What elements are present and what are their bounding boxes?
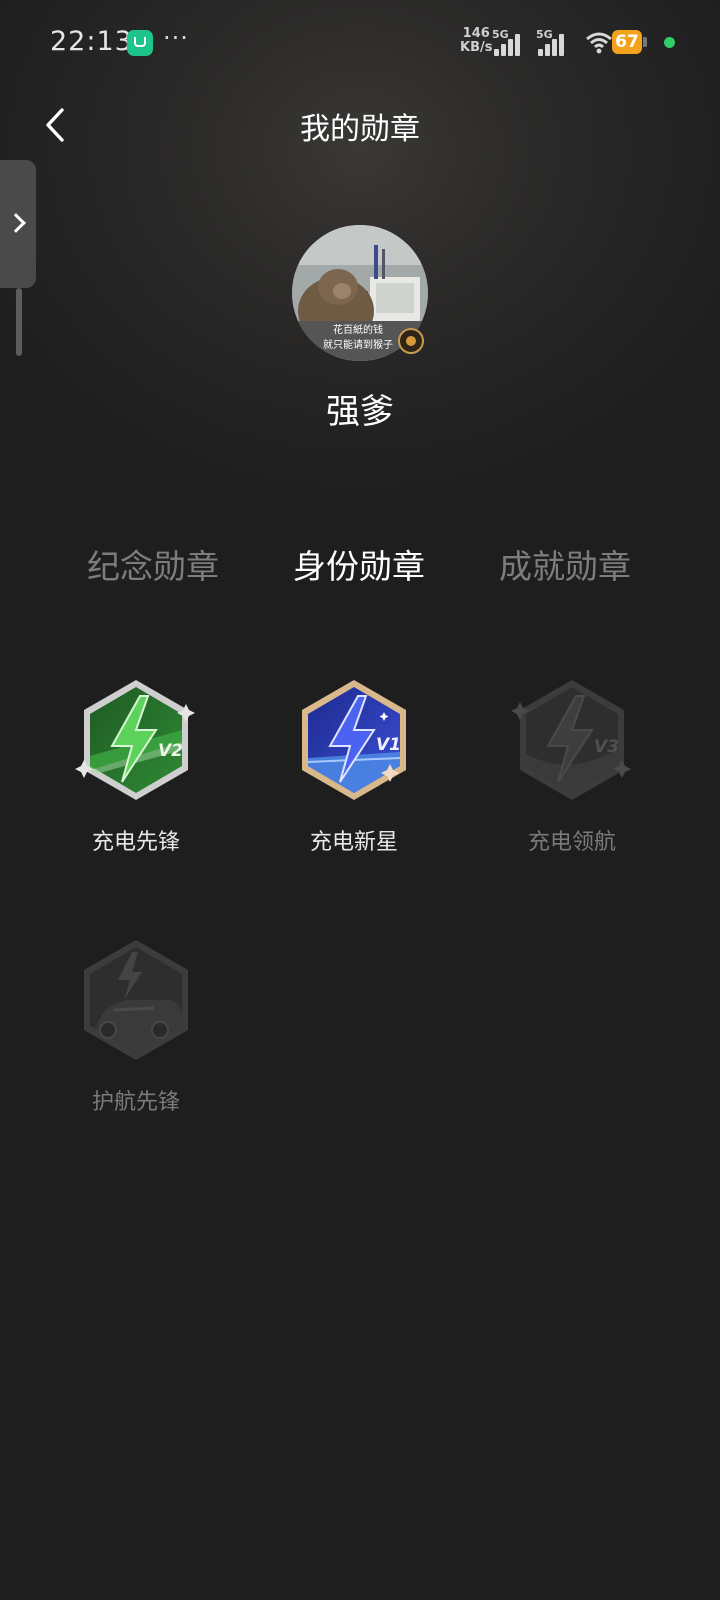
mi-home-app-icon bbox=[127, 30, 153, 56]
badge-escort-pioneer[interactable]: 护航先锋 bbox=[56, 938, 216, 1116]
wifi-icon bbox=[586, 32, 612, 54]
sim2-network-type: 5G bbox=[536, 28, 553, 41]
username: 强爹 bbox=[326, 392, 394, 432]
signal-sim1-icon: 5G bbox=[492, 28, 524, 56]
badge-label-charging-navigator: 充电领航 bbox=[527, 830, 616, 855]
badge-charging-navigator[interactable]: V3 充电领航 bbox=[492, 678, 652, 856]
badge-charging-newstar[interactable]: V1 充电新星 bbox=[274, 678, 434, 856]
page-title: 我的勋章 bbox=[300, 112, 420, 147]
avatar-caption-line1: 花百紙的钱 bbox=[333, 323, 383, 336]
side-drawer-expand-button[interactable] bbox=[0, 160, 36, 288]
tab-commemorative-badges[interactable]: 纪念勋章 bbox=[87, 540, 219, 588]
tab-identity-badges[interactable]: 身份勋章 bbox=[293, 540, 425, 588]
battery-tip bbox=[643, 37, 647, 47]
network-speed-unit: KB/s bbox=[460, 40, 493, 55]
badge-label-charging-pioneer: 充电先锋 bbox=[91, 830, 180, 855]
badge-category-tabs: 纪念勋章 身份勋章 成就勋章 bbox=[0, 540, 720, 590]
battery-icon: 67 bbox=[612, 30, 642, 54]
charging-newstar-badge-icon: V1 bbox=[302, 680, 406, 800]
side-drawer-handle[interactable] bbox=[16, 288, 22, 356]
badge-label-charging-newstar: 充电新星 bbox=[309, 830, 398, 855]
charging-navigator-badge-icon: V3 bbox=[511, 680, 631, 800]
charging-pioneer-badge-icon: V2 bbox=[75, 680, 195, 800]
sim1-network-type: 5G bbox=[492, 28, 509, 41]
network-speed: 146 KB/s bbox=[460, 27, 492, 55]
tab-achievement-badges[interactable]: 成就勋章 bbox=[499, 540, 631, 588]
badge-level-v1: V1 bbox=[376, 735, 401, 755]
badge-level-v3: V3 bbox=[594, 737, 619, 757]
signal-sim2-icon: 5G bbox=[536, 28, 568, 56]
avatar-frame-badge-icon bbox=[398, 328, 424, 354]
status-time: 22:13 bbox=[50, 26, 133, 57]
privacy-indicator-dot bbox=[664, 37, 675, 48]
badge-label-escort-pioneer: 护航先锋 bbox=[91, 1090, 180, 1115]
badge-charging-pioneer[interactable]: V2 充电先锋 bbox=[56, 678, 216, 856]
badge-level-v2: V2 bbox=[158, 741, 183, 761]
escort-pioneer-badge-icon bbox=[84, 940, 188, 1060]
network-speed-value: 146 bbox=[462, 26, 490, 41]
avatar-caption-line2: 就只能请到猴子 bbox=[323, 338, 393, 351]
more-notifications-icon: ··· bbox=[163, 24, 189, 52]
status-bar: 22:13 ··· 146 KB/s 5G 5G 67 bbox=[0, 0, 720, 88]
